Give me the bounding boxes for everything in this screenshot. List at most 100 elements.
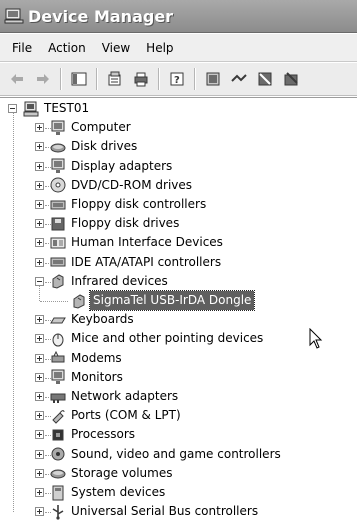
update-driver-icon	[231, 74, 247, 82]
help-button[interactable]: ?	[166, 68, 188, 90]
tree-item-label: Universal Serial Bus controllers	[71, 504, 259, 519]
tree-guide-line	[13, 113, 14, 513]
tree-category-universal-serial-bus-controllers[interactable]: Universal Serial Bus controllers	[35, 502, 258, 521]
expand-icon[interactable]	[35, 238, 44, 248]
tree-category-human-interface-devices[interactable]: Human Interface Devices	[35, 233, 223, 252]
tree-guide-line	[45, 320, 51, 322]
tree-category-network-adapters[interactable]: Network adapters	[35, 387, 178, 406]
device-tree[interactable]: TEST01 Computer Disk drives Display adapter…	[0, 97, 357, 526]
tree-category-ide-ata-atapi-controllers[interactable]: IDE ATA/ATAPI controllers	[35, 253, 221, 272]
tree-category-infrared-devices[interactable]: Infrared devices	[35, 272, 168, 291]
tree-item-label: Floppy disk controllers	[71, 197, 207, 211]
tree-item-label: Computer	[71, 120, 131, 135]
menu-action[interactable]: Action	[40, 39, 94, 57]
tree-guide-line	[45, 243, 51, 245]
tree-item-label: Ports (COM & LPT)	[71, 408, 181, 423]
expand-icon[interactable]	[35, 449, 44, 459]
forward-arrow-button[interactable]	[32, 68, 54, 90]
sound-icon	[51, 447, 65, 461]
expand-icon[interactable]	[35, 468, 44, 478]
expand-icon[interactable]	[35, 200, 44, 209]
tree-item-label: System devices	[71, 485, 166, 499]
title-bar[interactable]: Device Manager	[0, 0, 357, 33]
tree-category-sound-video-and-game-controllers[interactable]: Sound, video and game controllers	[35, 445, 281, 464]
uninstall-device-icon	[284, 72, 298, 86]
tree-guide-line	[45, 493, 51, 494]
tree-guide-line	[45, 473, 51, 475]
expand-icon[interactable]	[35, 219, 44, 229]
scan-hardware-button[interactable]	[202, 68, 224, 90]
disable-device-button[interactable]	[254, 68, 276, 90]
expand-icon[interactable]	[35, 257, 44, 267]
tree-guide-line	[45, 512, 51, 514]
tree-category-floppy-disk-drives[interactable]: Floppy disk drives	[35, 214, 179, 233]
device-manager-app-icon	[4, 8, 24, 24]
print-button[interactable]	[130, 68, 152, 90]
tree-root-computer[interactable]: TEST01	[8, 99, 89, 118]
collapse-icon[interactable]	[35, 276, 44, 286]
tree-device-sigmatel-usb-irda-dongle[interactable]: SigmaTel USB-IrDA Dongle	[71, 290, 256, 311]
forward-arrow-icon	[37, 74, 49, 84]
tree-item-label: SigmaTel USB-IrDA Dongle	[88, 290, 256, 311]
ide-controller-icon	[50, 257, 66, 267]
tree-guide-line	[45, 224, 51, 226]
usb-icon	[52, 504, 64, 520]
toolbar-separator	[60, 68, 62, 90]
menu-bar: File Action View Help	[0, 34, 357, 62]
tree-guide-line	[45, 397, 51, 398]
tree-category-display-adapters[interactable]: Display adapters	[35, 157, 172, 176]
window-title: Device Manager	[28, 6, 174, 26]
tree-guide-line	[45, 147, 51, 149]
floppy-controller-icon	[50, 200, 66, 209]
tree-category-dvd-cd-rom-drives[interactable]: DVD/CD-ROM drives	[35, 176, 192, 195]
infrared-icon	[52, 274, 64, 289]
menu-help[interactable]: Help	[138, 39, 181, 57]
menu-file[interactable]: File	[4, 39, 40, 57]
tree-guide-line	[39, 285, 40, 301]
keyboard-icon	[50, 317, 66, 324]
expand-icon[interactable]	[35, 123, 44, 133]
back-arrow-button[interactable]	[6, 68, 28, 90]
tree-category-ports-com-lpt[interactable]: Ports (COM & LPT)	[35, 406, 181, 425]
disk-drive-icon	[50, 143, 66, 153]
expand-icon[interactable]	[35, 507, 44, 517]
expand-icon[interactable]	[35, 180, 44, 190]
expand-icon[interactable]	[35, 430, 44, 440]
tree-category-floppy-disk-controllers[interactable]: Floppy disk controllers	[35, 195, 206, 214]
tree-item-label: Display adapters	[71, 158, 173, 173]
dvd-drive-icon	[50, 177, 66, 193]
storage-volume-icon	[50, 469, 66, 479]
tree-category-mice-and-other-pointing-devices[interactable]: Mice and other pointing devices	[35, 329, 263, 348]
show-hide-console-tree-button[interactable]	[68, 68, 90, 90]
expand-icon[interactable]	[35, 315, 44, 325]
collapse-icon[interactable]	[8, 104, 17, 113]
hid-icon	[50, 237, 66, 249]
tree-guide-line	[40, 301, 68, 302]
mouse-icon	[52, 333, 64, 347]
uninstall-device-button[interactable]	[280, 68, 302, 90]
expand-icon[interactable]	[35, 142, 44, 152]
tree-guide-line	[45, 166, 51, 168]
tree-guide-line	[45, 128, 51, 130]
expand-icon[interactable]	[35, 411, 44, 421]
tree-guide-line	[45, 454, 51, 456]
tree-item-label: Infrared devices	[71, 273, 168, 288]
display-adapter-icon	[51, 158, 65, 174]
update-driver-button[interactable]	[228, 68, 250, 90]
expand-icon[interactable]	[35, 353, 44, 363]
network-adapter-icon	[50, 393, 66, 403]
tree-category-system-devices[interactable]: System devices	[35, 483, 165, 502]
menu-view[interactable]: View	[94, 39, 138, 57]
system-device-icon	[52, 485, 64, 500]
expand-icon[interactable]	[35, 161, 44, 171]
tree-item-label: Storage volumes	[71, 465, 173, 480]
properties-button[interactable]	[104, 68, 126, 90]
expand-icon[interactable]	[35, 334, 44, 344]
expand-icon[interactable]	[35, 392, 44, 401]
tree-category-storage-volumes[interactable]: Storage volumes	[35, 464, 172, 483]
tree-guide-line	[45, 358, 51, 360]
expand-icon[interactable]	[35, 488, 44, 497]
toolbar: ?	[0, 63, 357, 96]
expand-icon[interactable]	[35, 372, 44, 382]
tree-item-label: DVD/CD-ROM drives	[71, 177, 193, 192]
